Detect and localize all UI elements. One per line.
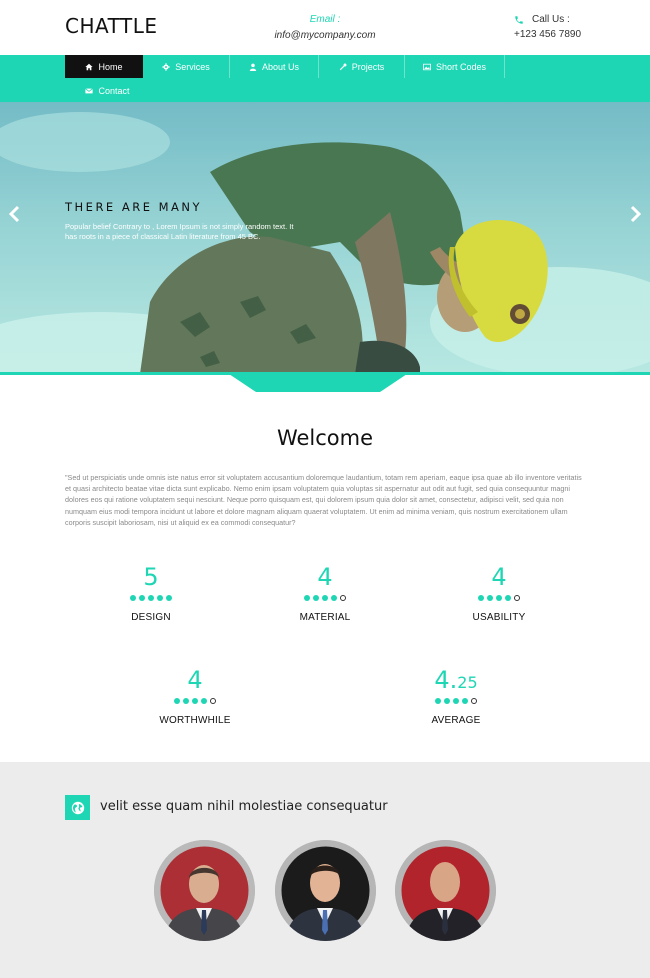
gear-icon [162, 62, 170, 71]
globe-icon [71, 801, 84, 814]
avatar[interactable] [395, 840, 496, 941]
rating-value: 4 [491, 563, 507, 591]
rating-value-sub: 25 [457, 673, 478, 692]
rating-usability: 4 USABILITY [429, 563, 569, 623]
user-icon [249, 63, 257, 71]
rating-value: 4.25 [386, 666, 526, 696]
dot-filled [166, 595, 172, 601]
rating-design: 5 DESIGN [81, 563, 221, 623]
nav-item-label: About Us [261, 61, 300, 72]
call-block: Call Us : +123 456 7890 [514, 14, 634, 40]
dot-filled [174, 698, 180, 704]
team-heading: velit esse quam nihil molestiae consequa… [100, 799, 388, 814]
rating-label: MATERIAL [299, 612, 351, 623]
nav-item-label: Projects [351, 61, 385, 72]
rating-value-main: 4. [434, 666, 458, 694]
dot-filled [322, 595, 328, 601]
dot-empty [514, 595, 520, 601]
dot-filled [453, 698, 459, 704]
envelope-icon [85, 87, 94, 93]
rating-label: AVERAGE [431, 715, 481, 726]
team-member-photo [275, 840, 376, 941]
dot-filled [444, 698, 450, 704]
dot-filled [139, 595, 145, 601]
dot-empty [471, 698, 477, 704]
nav-item-home[interactable]: Home [65, 55, 143, 78]
dot-filled [313, 595, 319, 601]
email-block: Email : info@mycompany.com [240, 14, 410, 41]
tools-icon [339, 63, 347, 70]
team-icon-box [65, 795, 90, 820]
rating-dots [81, 595, 221, 603]
nav-item-label: Home [98, 61, 123, 72]
rating-material: 4 MATERIAL [255, 563, 395, 623]
rating-label: WORTHWHILE [159, 715, 231, 726]
nav-item-services[interactable]: Services [143, 55, 230, 78]
rating-label: DESIGN [131, 612, 171, 623]
dot-filled [478, 595, 484, 601]
nav-item-contact[interactable]: Contact [65, 79, 150, 102]
rating-value: 4 [187, 666, 203, 694]
dot-empty [210, 698, 216, 704]
dot-empty [340, 595, 346, 601]
nav-item-projects[interactable]: Projects [319, 55, 405, 78]
welcome-title: Welcome [276, 426, 374, 450]
email-label: Email : [309, 14, 341, 25]
hero-text: Popular belief Contrary to , Lorem Ipsum… [65, 222, 294, 241]
phone-number[interactable]: +123 456 7890 [514, 29, 634, 40]
nav-item-label: Services [175, 61, 210, 72]
rating-value: 4 [317, 563, 333, 591]
email-link[interactable]: info@mycompany.com [240, 30, 410, 41]
dot-filled [130, 595, 136, 601]
nav-item-about[interactable]: About Us [230, 55, 319, 78]
rating-average: 4.25 AVERAGE [386, 666, 526, 726]
dot-filled [157, 595, 163, 601]
dot-filled [201, 698, 207, 704]
rating-dots [125, 698, 265, 706]
welcome-text: "Sed ut perspiciatis unde omnis iste nat… [65, 473, 582, 527]
chevron-left-icon[interactable] [8, 205, 22, 223]
dot-filled [148, 595, 154, 601]
image-icon [422, 63, 431, 70]
team-member-photo [154, 840, 255, 941]
nav-item-shortcodes[interactable]: Short Codes [405, 55, 505, 78]
dot-filled [435, 698, 441, 704]
hero-slider: THERE ARE MANY Popular belief Contrary t… [0, 102, 650, 374]
phone-icon [515, 15, 523, 24]
dot-filled [304, 595, 310, 601]
team-section: velit esse quam nihil molestiae consequa… [0, 762, 650, 978]
nav-item-label: Short Codes [435, 61, 487, 72]
rating-worthwhile: 4 WORTHWHILE [125, 666, 265, 726]
dot-filled [331, 595, 337, 601]
nav-item-label: Contact [98, 85, 130, 96]
dot-filled [496, 595, 502, 601]
dot-filled [487, 595, 493, 601]
rating-label: USABILITY [472, 612, 526, 623]
chevron-right-icon[interactable] [628, 205, 642, 223]
site-logo[interactable]: CHATTLE [65, 14, 158, 38]
team-member-photo [395, 840, 496, 941]
avatar[interactable] [154, 840, 255, 941]
rating-value: 5 [143, 563, 159, 591]
site-header: CHATTLE Email : info@mycompany.com Call … [0, 0, 650, 55]
call-label: Call Us : [532, 14, 570, 25]
rating-dots [429, 595, 569, 603]
rating-dots [255, 595, 395, 603]
dot-filled [462, 698, 468, 704]
dot-filled [505, 595, 511, 601]
home-icon [85, 63, 94, 70]
dot-filled [192, 698, 198, 704]
main-nav: Home Services About Us Projects Short Co… [0, 55, 650, 102]
hero-tab-shape [226, 372, 410, 392]
dot-filled [183, 698, 189, 704]
avatar[interactable] [275, 840, 376, 941]
rating-dots [386, 698, 526, 706]
hero-title: THERE ARE MANY [65, 200, 203, 214]
